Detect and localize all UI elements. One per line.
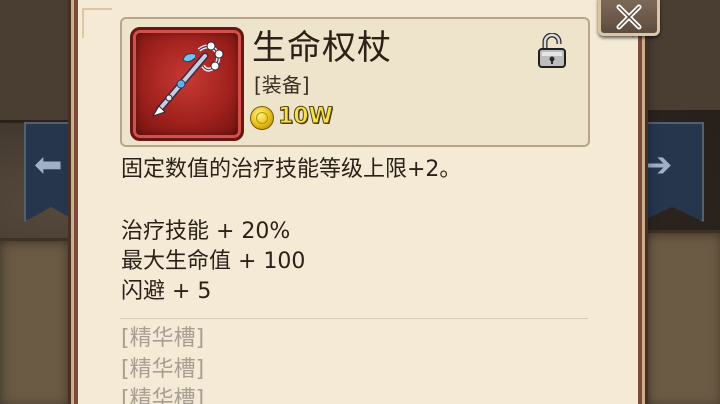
item-description: 固定数值的治疗技能等级上限+2。 [121, 157, 462, 182]
arrow-left-icon[interactable]: ⬅ [34, 148, 63, 182]
section-divider [120, 318, 588, 319]
padlock-open-icon[interactable] [536, 33, 568, 69]
background-card-right [638, 230, 720, 404]
scepter-icon [151, 41, 224, 117]
panel-corner-ornament [82, 8, 112, 38]
gold-coin-icon [250, 106, 274, 130]
essence-slot[interactable]: [精华槽] [121, 385, 204, 404]
close-icon [616, 4, 642, 30]
stat-line: 最大生命值 + 100 [121, 249, 306, 274]
stat-line: 治疗技能 + 20% [121, 219, 291, 244]
essence-slot[interactable]: [精华槽] [121, 355, 204, 385]
item-type-label: [装备] [254, 73, 310, 97]
item-name: 生命权杖 [252, 28, 392, 68]
stat-line: 闪避 + 5 [121, 279, 212, 304]
background-card-left-top [0, 0, 70, 123]
item-icon-frame[interactable] [130, 27, 244, 141]
item-price: 10W [278, 104, 334, 130]
background-card-left [0, 238, 73, 404]
essence-slot[interactable]: [精华槽] [121, 324, 204, 354]
arrow-right-icon[interactable]: ➔ [644, 148, 673, 182]
close-button[interactable] [598, 0, 660, 36]
